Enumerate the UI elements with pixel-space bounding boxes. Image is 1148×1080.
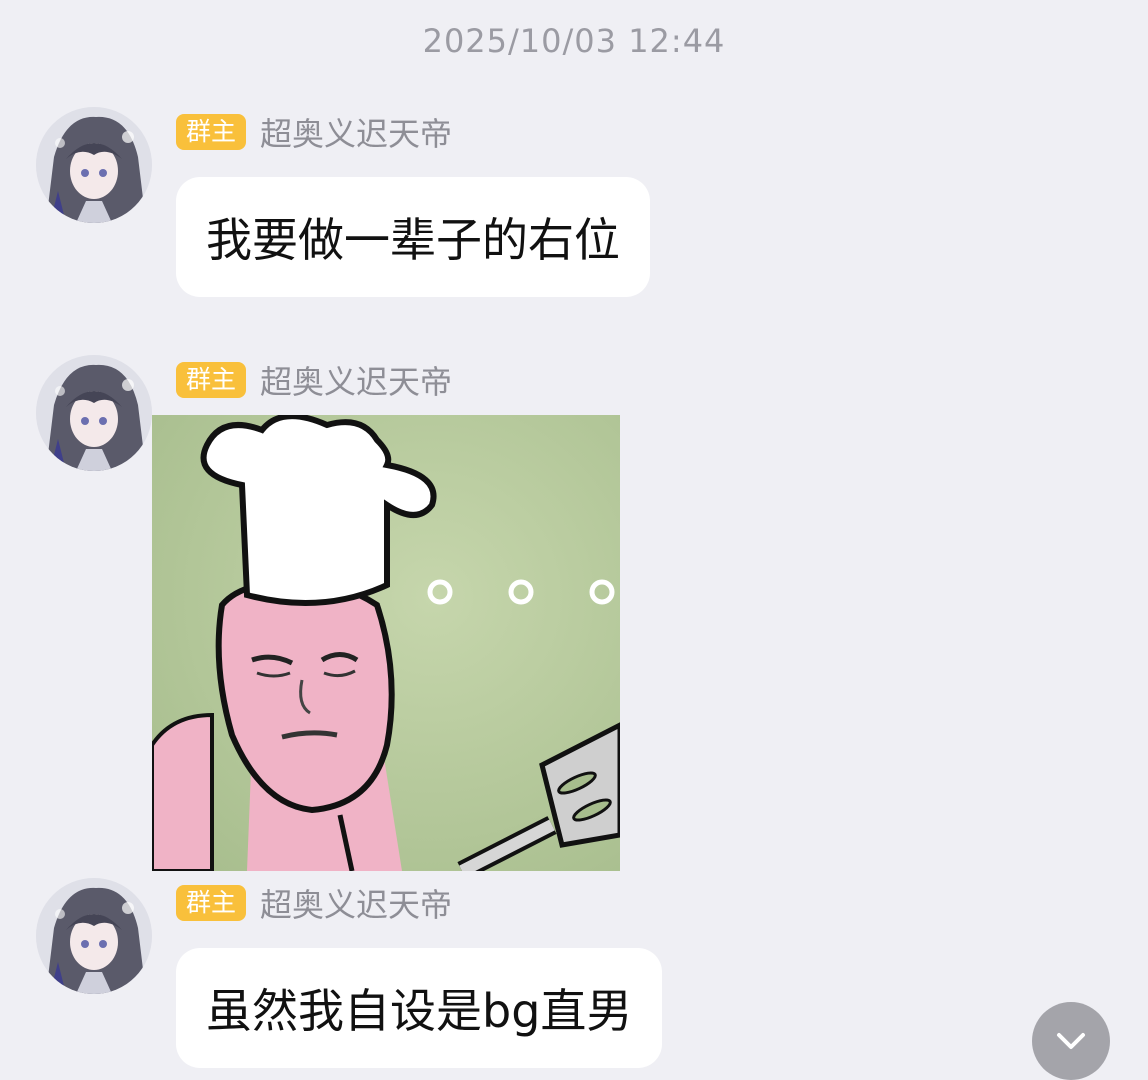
message-text: 我要做一辈子的右位: [206, 213, 620, 267]
avatar[interactable]: [36, 355, 152, 471]
sender-name[interactable]: 超奥义迟天帝: [260, 109, 452, 155]
scroll-to-bottom-button[interactable]: [1032, 1002, 1110, 1080]
chat-timestamp: 2025/10/03 12:44: [422, 22, 726, 60]
message-bubble[interactable]: 我要做一辈子的右位: [176, 177, 650, 297]
message-text: 虽然我自设是bg直男: [206, 984, 633, 1038]
message-bubble[interactable]: 虽然我自设是bg直男: [176, 948, 663, 1068]
sender-name[interactable]: 超奥义迟天帝: [260, 880, 452, 926]
avatar[interactable]: [36, 107, 152, 223]
chef-meme-sticker[interactable]: [152, 415, 620, 871]
owner-badge: 群主: [176, 885, 247, 921]
owner-badge: 群主: [176, 114, 247, 150]
chevron-down-icon: [1057, 1033, 1085, 1049]
avatar[interactable]: [36, 878, 152, 994]
sender-name[interactable]: 超奥义迟天帝: [260, 357, 452, 403]
owner-badge: 群主: [176, 362, 247, 398]
